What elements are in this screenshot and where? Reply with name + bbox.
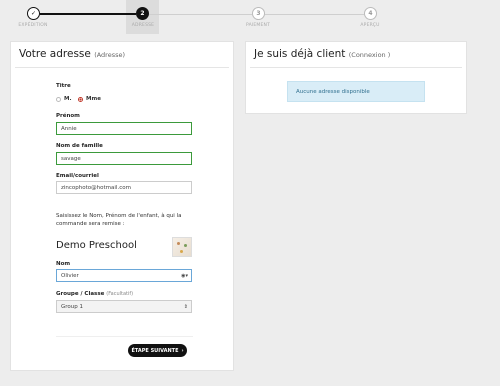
radio-mme-circle[interactable] xyxy=(78,96,83,102)
group-select[interactable]: Group 1 ⇕ xyxy=(56,300,192,313)
no-address-alert: Aucune adresse disponible xyxy=(287,81,425,102)
divider xyxy=(56,336,193,337)
step-label-apercu: APERÇU xyxy=(360,23,380,28)
radio-m-label[interactable]: M. xyxy=(64,96,72,102)
divider xyxy=(15,67,229,68)
step-label-expedition[interactable]: EXPÉDITION xyxy=(8,23,58,28)
step-label-paiement: PAIEMENT xyxy=(245,23,271,28)
progress-line-todo xyxy=(265,14,364,15)
child-instructions: Saisissez le Nom, Prénom de l'enfant, à … xyxy=(56,213,182,227)
divider xyxy=(250,67,462,68)
school-logo-image xyxy=(172,237,192,257)
nom-label: Nom de famille xyxy=(56,143,103,149)
child-name-value: Olivier xyxy=(61,273,79,279)
group-optional: (Facultatif) xyxy=(106,291,134,297)
school-name: Demo Preschool xyxy=(56,240,137,251)
next-step-label[interactable]: ÉTAPE SUIVANTE xyxy=(131,348,178,354)
group-label-text: Groupe / Classe xyxy=(56,291,105,297)
chevron-updown-icon[interactable]: ⇕ xyxy=(184,304,188,310)
child-name-select[interactable]: Olivier ◉▾ xyxy=(56,269,192,282)
step-adresse-number: 2 xyxy=(136,7,149,20)
progress-line-done xyxy=(40,13,136,15)
step-label-adresse: ADRESSE xyxy=(131,23,155,28)
address-title-text: Votre adresse xyxy=(19,48,91,60)
radio-mme[interactable]: Mme xyxy=(78,96,101,102)
next-step-button[interactable]: ÉTAPE SUIVANTE › xyxy=(128,344,187,357)
radio-mme-label[interactable]: Mme xyxy=(86,96,101,102)
client-title-text: Je suis déjà client xyxy=(254,48,346,60)
progress-line-todo xyxy=(149,14,252,15)
group-label: Groupe / Classe (Facultatif) xyxy=(56,291,133,297)
step-apercu-number: 4 xyxy=(364,7,377,20)
email-field[interactable]: zincophoto@hotmail.com xyxy=(56,181,192,194)
checkout-stepper: ✓ 2 3 4 EXPÉDITION ADRESSE PAIEMENT APER… xyxy=(0,0,500,34)
group-value: Group 1 xyxy=(61,304,83,310)
prenom-field[interactable]: Annie xyxy=(56,122,192,135)
client-title: Je suis déjà client (Connexion ) xyxy=(254,48,390,60)
address-title: Votre adresse (Adresse) xyxy=(19,48,125,60)
radio-m-circle[interactable] xyxy=(56,96,61,102)
chevron-down-icon[interactable]: ◉▾ xyxy=(181,273,188,279)
address-subtitle: (Adresse) xyxy=(94,51,126,59)
child-name-label: Nom xyxy=(56,261,71,267)
chevron-right-icon[interactable]: › xyxy=(182,348,184,354)
address-panel: Votre adresse (Adresse) Titre M. Mme Pré… xyxy=(10,41,234,371)
existing-client-panel: Je suis déjà client (Connexion ) Aucune … xyxy=(245,41,467,114)
nom-field[interactable]: savage xyxy=(56,152,192,165)
email-label: Email/courriel xyxy=(56,173,99,179)
prenom-label: Prénom xyxy=(56,113,80,119)
step-paiement-number: 3 xyxy=(252,7,265,20)
radio-m[interactable]: M. xyxy=(56,96,72,102)
client-subtitle: (Connexion ) xyxy=(348,51,391,59)
step-expedition-check-icon[interactable]: ✓ xyxy=(27,7,40,20)
titre-label: Titre xyxy=(56,83,71,89)
